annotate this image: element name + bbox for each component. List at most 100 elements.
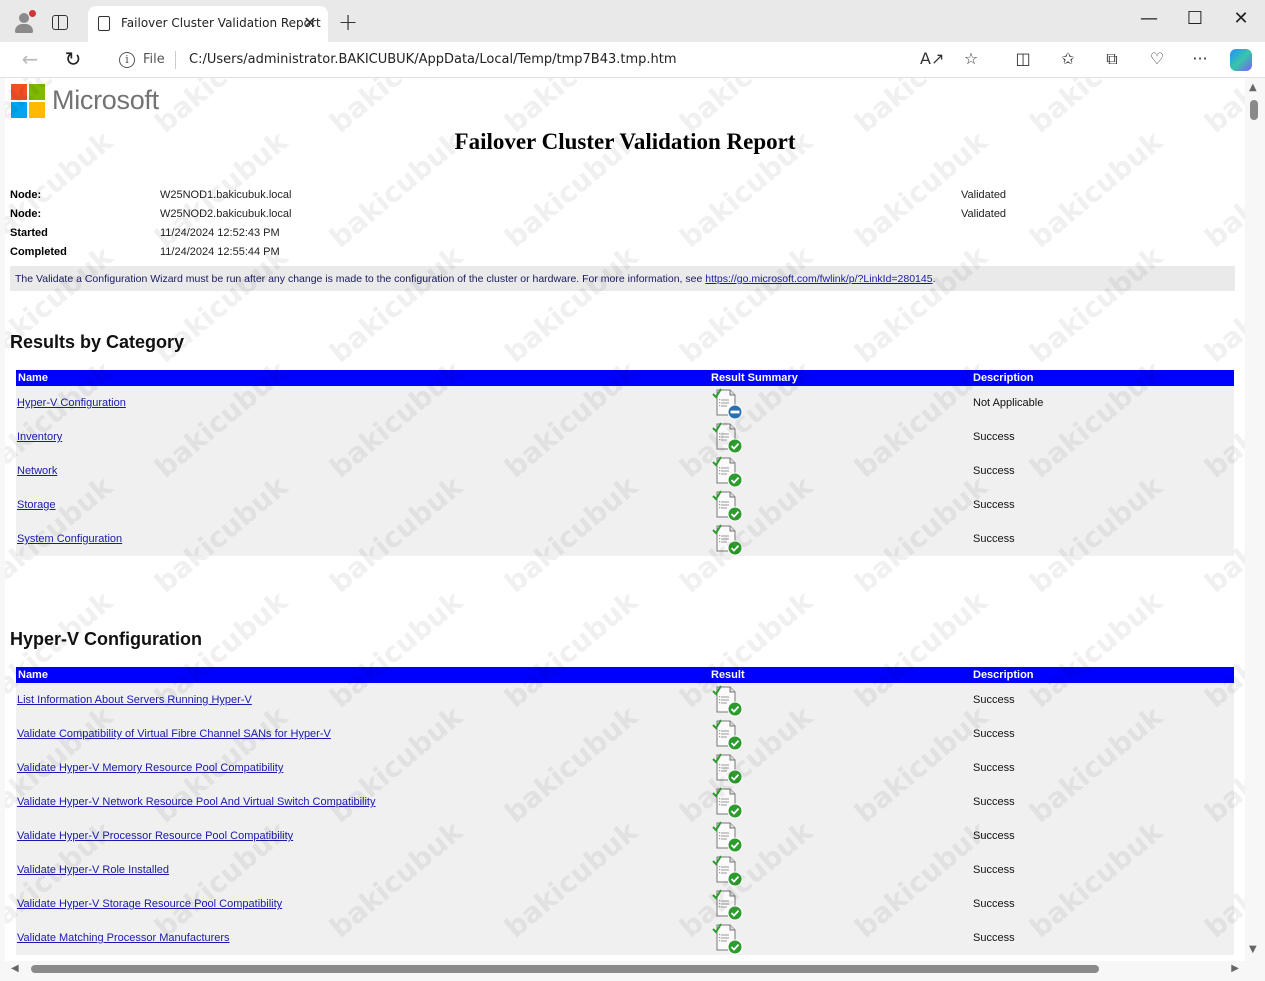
read-aloud-icon[interactable]: A↗	[920, 49, 944, 68]
category-link[interactable]: Hyper-V Configuration	[17, 397, 126, 409]
meta-label: Started	[10, 227, 48, 239]
category-link[interactable]: Network	[17, 465, 57, 477]
favorites-icon[interactable]: ✩	[1056, 49, 1080, 68]
browser-window: Failover Cluster Validation Report ✕ + —…	[0, 0, 1265, 981]
table-header: Name Result Description	[16, 667, 1234, 683]
copilot-icon[interactable]	[1230, 49, 1252, 71]
success-icon	[711, 422, 743, 454]
test-link[interactable]: Validate Hyper-V Processor Resource Pool…	[17, 830, 293, 842]
watermark-text: bakicubuk	[323, 239, 469, 370]
maximize-icon[interactable]: ☐	[1180, 8, 1210, 29]
result-description: Success	[973, 796, 1015, 808]
category-link[interactable]: Inventory	[17, 431, 62, 443]
address-input[interactable]: C:/Users/administrator.BAKICUBUK/AppData…	[189, 52, 677, 67]
table-row: Validate Matching Processor Manufacturer…	[16, 921, 1234, 955]
back-icon[interactable]: ←	[16, 47, 44, 71]
success-icon	[711, 787, 743, 819]
meta-value: 11/24/2024 12:55:44 PM	[160, 246, 280, 258]
table-row: List Information About Servers Running H…	[16, 683, 1234, 717]
scroll-left-icon[interactable]: ◀	[11, 963, 19, 974]
page-viewport: Microsoft Failover Cluster Validation Re…	[5, 78, 1245, 961]
tab-title: Failover Cluster Validation Report	[121, 16, 321, 30]
split-screen-icon[interactable]: ◫	[1011, 49, 1035, 68]
result-description: Success	[973, 728, 1015, 740]
result-description: Success	[973, 762, 1015, 774]
results-by-category-heading: Results by Category	[10, 332, 185, 352]
success-icon	[711, 855, 743, 887]
tab-active[interactable]: Failover Cluster Validation Report ✕	[88, 6, 328, 42]
test-link[interactable]: Validate Hyper-V Storage Resource Pool C…	[17, 898, 282, 910]
result-description: Success	[973, 898, 1015, 910]
not-applicable-icon	[711, 388, 743, 420]
horizontal-scrollbar[interactable]: ◀ ▶	[5, 961, 1245, 977]
more-info-link[interactable]: https://go.microsoft.com/fwlink/p/?LinkI…	[705, 273, 932, 285]
refresh-icon[interactable]: ↻	[59, 47, 87, 71]
watermark-text: bakicubuk	[498, 239, 644, 370]
success-icon	[711, 753, 743, 785]
minimize-icon[interactable]: —	[1134, 8, 1164, 29]
vertical-scrollbar[interactable]: ▲ ▼	[1245, 78, 1265, 961]
scroll-thumb[interactable]	[31, 965, 1099, 973]
watermark-text: bakicubuk	[1023, 239, 1169, 370]
notice-end: .	[932, 273, 936, 285]
meta-label: Completed	[10, 246, 67, 258]
result-description: Success	[973, 431, 1015, 443]
close-tab-icon[interactable]: ✕	[300, 13, 320, 32]
test-link[interactable]: Validate Compatibility of Virtual Fibre …	[17, 728, 331, 740]
success-icon	[711, 923, 743, 955]
test-link[interactable]: Validate Hyper-V Memory Resource Pool Co…	[17, 762, 283, 774]
scroll-down-icon[interactable]: ▼	[1249, 944, 1257, 955]
table-row: Validate Compatibility of Virtual Fibre …	[16, 717, 1234, 751]
scroll-up-icon[interactable]: ▲	[1249, 82, 1257, 93]
test-link[interactable]: List Information About Servers Running H…	[17, 694, 252, 706]
watermark-text: bakicubuk	[673, 239, 819, 370]
column-name: Name	[18, 669, 48, 681]
test-link[interactable]: Validate Hyper-V Network Resource Pool A…	[17, 796, 375, 808]
table-row: System Configuration Success	[16, 522, 1234, 556]
favorite-star-icon[interactable]: ☆	[959, 49, 983, 68]
tab-bar: Failover Cluster Validation Report ✕ + —…	[0, 0, 1265, 42]
test-link[interactable]: Validate Hyper-V Role Installed	[17, 864, 169, 876]
notice-text: The Validate a Configuration Wizard must…	[15, 273, 706, 285]
watermark-text: bakicubuk	[848, 239, 994, 370]
table-row: Network Success	[16, 454, 1234, 488]
table-row: Inventory Success	[16, 420, 1234, 454]
table-row: Validate Hyper-V Network Resource Pool A…	[16, 785, 1234, 819]
scroll-right-icon[interactable]: ▶	[1231, 963, 1239, 974]
meta-value: 11/24/2024 12:52:43 PM	[160, 227, 280, 239]
microsoft-wordmark: Microsoft	[52, 85, 159, 115]
profile-icon[interactable]	[12, 10, 36, 34]
test-link[interactable]: Validate Matching Processor Manufacturer…	[17, 932, 230, 944]
success-icon	[711, 821, 743, 853]
column-description: Description	[973, 669, 1034, 681]
category-link[interactable]: System Configuration	[17, 533, 122, 545]
table-row: Validate Hyper-V Role Installed Success	[16, 853, 1234, 887]
meta-label: Node:	[10, 189, 42, 201]
tab-actions-icon[interactable]	[52, 15, 68, 30]
page-icon	[98, 16, 110, 31]
result-description: Success	[973, 465, 1015, 477]
info-icon[interactable]: i	[119, 52, 135, 68]
result-description: Success	[973, 694, 1015, 706]
column-description: Description	[973, 372, 1034, 384]
result-description: Success	[973, 830, 1015, 842]
new-tab-icon[interactable]: +	[338, 8, 358, 36]
results-table: Name Result Summary Description Hyper-V …	[16, 370, 1234, 556]
table-header: Name Result Summary Description	[16, 370, 1234, 386]
category-link[interactable]: Storage	[17, 499, 56, 511]
table-row: Hyper-V Configuration Not Applicable	[16, 386, 1234, 420]
browser-essentials-icon[interactable]: ♡	[1145, 49, 1169, 68]
success-icon	[711, 719, 743, 751]
divider	[175, 51, 176, 69]
success-icon	[711, 524, 743, 556]
column-name: Name	[18, 372, 48, 384]
success-icon	[711, 685, 743, 717]
table-row: Validate Hyper-V Memory Resource Pool Co…	[16, 751, 1234, 785]
watermark-text: bakicubuk	[1198, 239, 1245, 370]
close-window-icon[interactable]: ✕	[1226, 8, 1256, 29]
success-icon	[711, 889, 743, 921]
more-menu-icon[interactable]: ···	[1188, 49, 1212, 68]
collections-icon[interactable]: ⧉	[1100, 49, 1124, 69]
scroll-thumb[interactable]	[1250, 100, 1258, 120]
meta-label: Node:	[10, 208, 42, 220]
